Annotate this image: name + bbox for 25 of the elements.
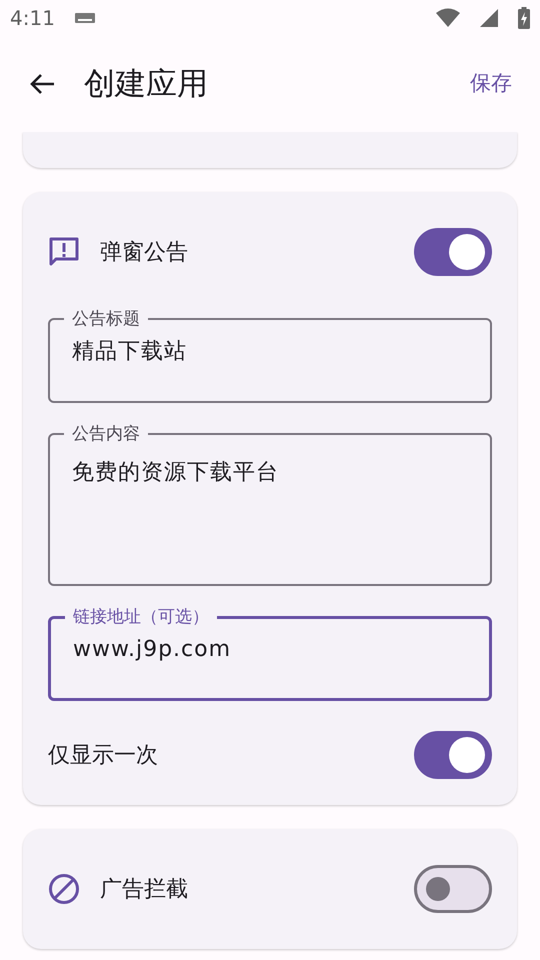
- battery-icon: [518, 7, 530, 29]
- keyboard-icon: [74, 12, 95, 24]
- field-value: www.j9p.com: [73, 636, 232, 664]
- page-title: 创建应用: [84, 64, 208, 104]
- field-value: 精品下载站: [72, 338, 188, 366]
- wifi-icon: [436, 8, 460, 28]
- field-label: 公告内容: [71, 424, 141, 444]
- back-arrow-icon: [29, 73, 55, 95]
- field-label: 公告标题: [71, 309, 141, 329]
- save-button[interactable]: 保存: [470, 68, 512, 100]
- section-title: 弹窗公告: [100, 238, 188, 266]
- alert-message-icon: [48, 236, 80, 268]
- field-label: 链接地址（可选）: [72, 607, 210, 627]
- setting-label: 仅显示一次: [48, 742, 158, 770]
- text-field[interactable]: 公告标题 精品下载站: [48, 309, 492, 403]
- block-icon: [48, 873, 80, 905]
- text-field[interactable]: 链接地址（可选） www.j9p.com: [48, 607, 492, 701]
- toggle-switch[interactable]: [414, 865, 492, 913]
- text-field[interactable]: 公告内容 免费的资源下载平台: [48, 424, 492, 586]
- signal-icon: [480, 8, 498, 28]
- toggle-switch[interactable]: [414, 228, 492, 276]
- field-value: 免费的资源下载平台: [72, 459, 280, 487]
- toggle-switch[interactable]: [414, 731, 492, 779]
- status-time: 4:11: [10, 5, 55, 32]
- section-title: 广告拦截: [100, 876, 188, 904]
